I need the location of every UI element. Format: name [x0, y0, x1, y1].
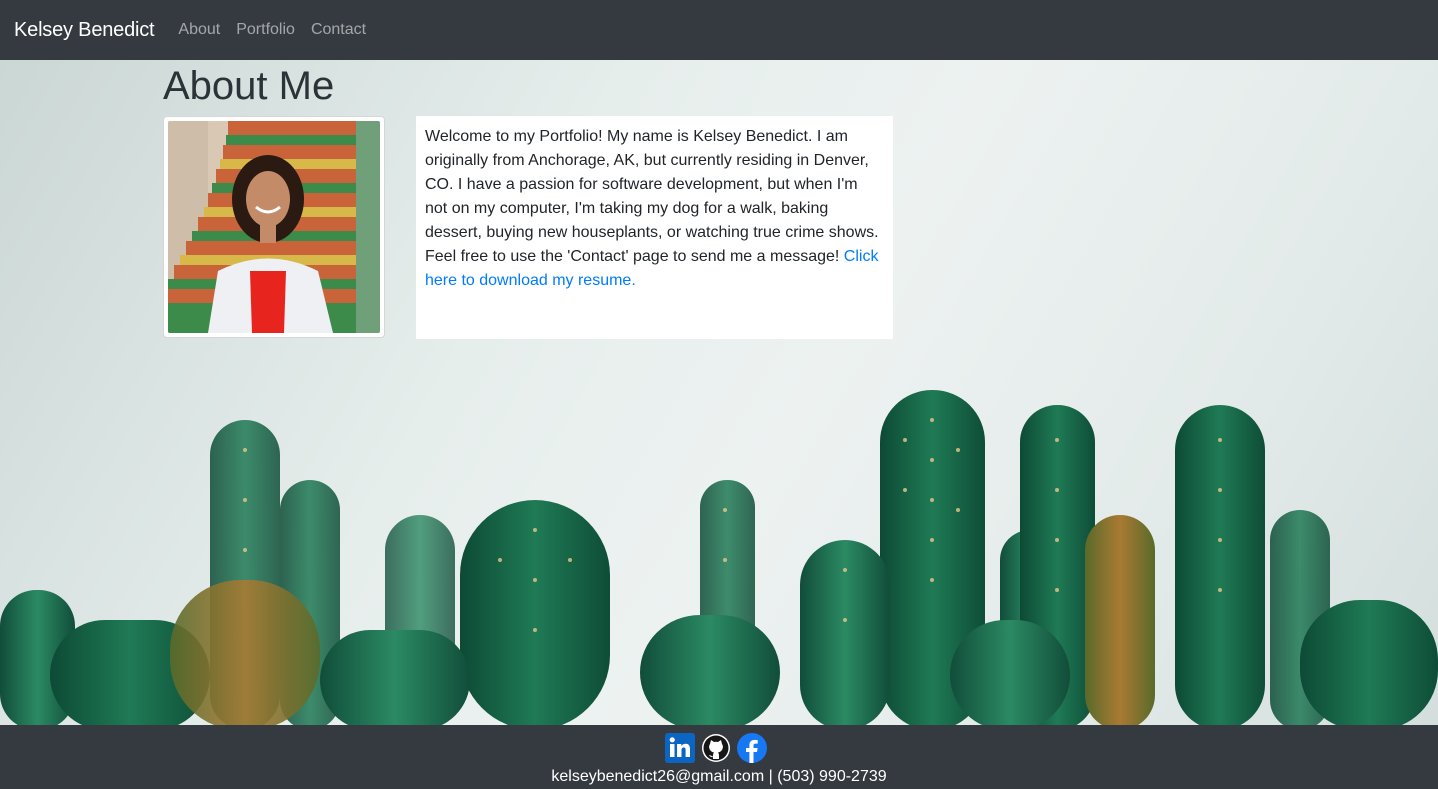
nav-link-portfolio[interactable]: Portfolio [228, 21, 303, 39]
footer-email[interactable]: kelseybenedict26@gmail.com [551, 768, 764, 785]
contact-info: kelseybenedict26@gmail.com | (503) 990-2… [0, 768, 1438, 786]
hero-background: About Me Welcome to my Portfolio! My nam… [0, 60, 1438, 725]
footer: kelseybenedict26@gmail.com | (503) 990-2… [0, 725, 1438, 789]
facebook-icon[interactable] [737, 733, 767, 763]
nav-link-contact[interactable]: Contact [303, 21, 374, 39]
bio-text: Welcome to my Portfolio! My name is Kels… [425, 128, 879, 265]
footer-separator: | [768, 768, 778, 785]
nav-link-about[interactable]: About [170, 21, 228, 39]
linkedin-icon[interactable] [665, 733, 695, 763]
social-links [665, 733, 767, 763]
brand-link[interactable]: Kelsey Benedict [14, 19, 155, 42]
profile-photo [168, 121, 380, 333]
navbar: Kelsey Benedict About Portfolio Contact [0, 0, 1438, 60]
profile-photo-frame [163, 116, 385, 338]
page-title: About Me [163, 64, 335, 108]
bio-card: Welcome to my Portfolio! My name is Kels… [416, 116, 893, 339]
footer-phone: (503) 990-2739 [777, 768, 887, 785]
github-icon[interactable] [701, 733, 731, 763]
